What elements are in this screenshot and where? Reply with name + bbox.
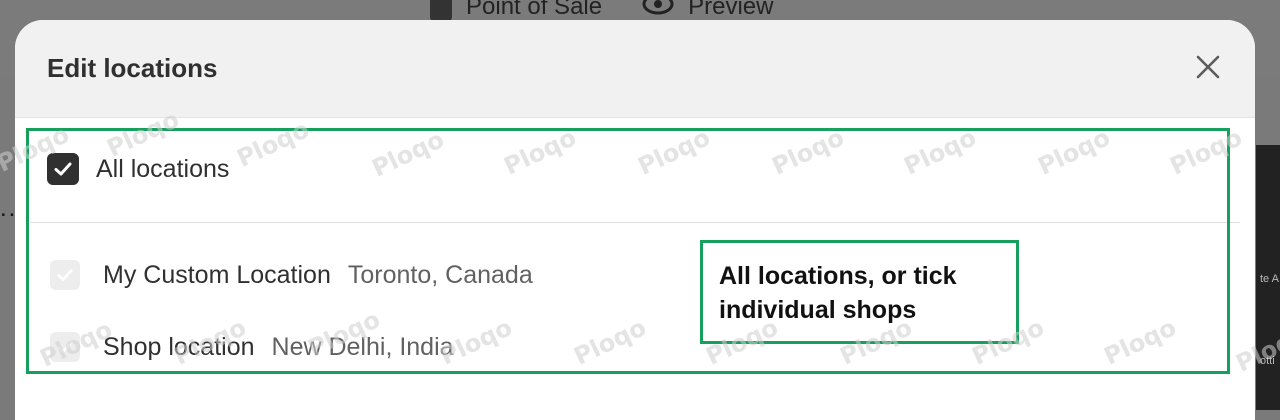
background-nav: Point of Sale Preview — [430, 0, 773, 22]
modal-title: Edit locations — [47, 53, 218, 83]
nav-label: Preview — [688, 0, 774, 20]
nav-item-preview: Preview — [642, 0, 773, 22]
eye-icon — [642, 0, 674, 22]
shopping-bag-icon — [430, 0, 452, 22]
nav-label: Point of Sale — [466, 0, 603, 20]
nav-item-point-of-sale: Point of Sale — [430, 0, 602, 22]
modal-header: Edit locations — [15, 20, 1255, 118]
close-icon — [1196, 55, 1220, 79]
close-button[interactable] — [1191, 50, 1225, 84]
annotation-highlight-box — [26, 128, 1230, 374]
background-panel: te A otti — [1256, 145, 1280, 410]
background-text: te A — [1260, 273, 1279, 285]
annotation-callout: All locations, or tick individual shops — [700, 240, 1019, 344]
background-text: otti — [1260, 355, 1275, 367]
